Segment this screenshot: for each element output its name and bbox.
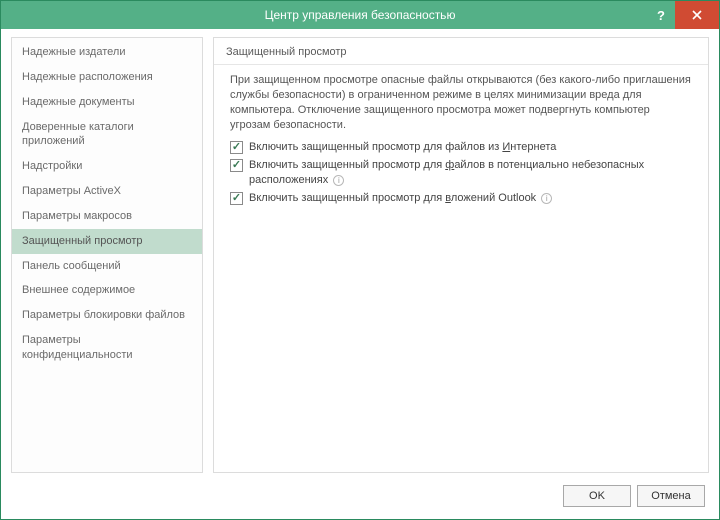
content-pane: Защищенный просмотр При защищенном просм… <box>213 37 709 473</box>
help-icon[interactable]: ? <box>647 1 675 29</box>
sidebar-item-file-block[interactable]: Параметры блокировки файлов <box>12 303 202 328</box>
sidebar-item-privacy[interactable]: Параметры конфиденциальности <box>12 328 202 368</box>
sidebar-item-macros[interactable]: Параметры макросов <box>12 204 202 229</box>
section-body: При защищенном просмотре опасные файлы о… <box>214 73 708 209</box>
sidebar-item-trusted-locations[interactable]: Надежные расположения <box>12 65 202 90</box>
option-label: Включить защищенный просмотр для файлов … <box>249 158 692 188</box>
sidebar-item-activex[interactable]: Параметры ActiveX <box>12 179 202 204</box>
close-icon[interactable] <box>675 1 719 29</box>
option-internet-files[interactable]: Включить защищенный просмотр для файлов … <box>230 140 692 155</box>
sidebar-item-message-bar[interactable]: Панель сообщений <box>12 254 202 279</box>
option-unsafe-locations[interactable]: Включить защищенный просмотр для файлов … <box>230 158 692 188</box>
option-outlook-attachments[interactable]: Включить защищенный просмотр для вложени… <box>230 191 692 206</box>
sidebar-item-trusted-app-catalogs[interactable]: Доверенные каталоги приложений <box>12 115 202 155</box>
section-description: При защищенном просмотре опасные файлы о… <box>230 73 692 132</box>
option-label: Включить защищенный просмотр для вложени… <box>249 191 552 206</box>
sidebar-item-protected-view[interactable]: Защищенный просмотр <box>12 229 202 254</box>
sidebar-item-trusted-documents[interactable]: Надежные документы <box>12 90 202 115</box>
option-label: Включить защищенный просмотр для файлов … <box>249 140 556 155</box>
sidebar-item-addins[interactable]: Надстройки <box>12 154 202 179</box>
titlebar: Центр управления безопасностью ? <box>1 1 719 29</box>
window-title: Центр управления безопасностью <box>1 8 719 22</box>
columns: Надежные издатели Надежные расположения … <box>11 37 709 473</box>
cancel-button[interactable]: Отмена <box>637 485 705 507</box>
info-icon[interactable]: i <box>333 175 344 186</box>
ok-button[interactable]: OK <box>563 485 631 507</box>
checkbox-icon[interactable] <box>230 141 243 154</box>
section-title: Защищенный просмотр <box>214 38 708 65</box>
sidebar-item-trusted-publishers[interactable]: Надежные издатели <box>12 40 202 65</box>
info-icon[interactable]: i <box>541 193 552 204</box>
checkbox-icon[interactable] <box>230 192 243 205</box>
window-controls: ? <box>647 1 719 29</box>
checkbox-icon[interactable] <box>230 159 243 172</box>
sidebar-item-external-content[interactable]: Внешнее содержимое <box>12 278 202 303</box>
dialog-body: Надежные издатели Надежные расположения … <box>1 29 719 519</box>
dialog-window: Центр управления безопасностью ? Надежны… <box>0 0 720 520</box>
footer: OK Отмена <box>11 479 709 513</box>
sidebar: Надежные издатели Надежные расположения … <box>11 37 203 473</box>
